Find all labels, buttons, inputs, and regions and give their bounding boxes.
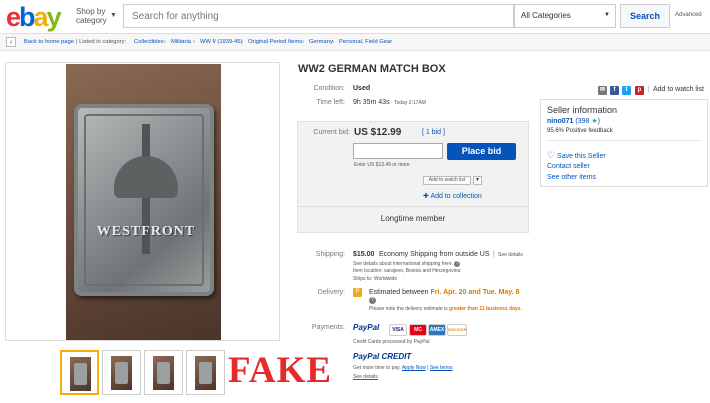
back-to-home-link[interactable]: Back to home page bbox=[24, 39, 74, 45]
breadcrumb-item[interactable]: WW II (1939-45) bbox=[200, 39, 243, 45]
mastercard-icon: MC bbox=[409, 324, 427, 336]
add-to-watch-list-link[interactable]: Add to watch list bbox=[653, 86, 704, 93]
breadcrumb: ‹ Back to home page | Listed in category… bbox=[0, 34, 710, 51]
save-seller-link[interactable]: ♡ Save this Seller bbox=[547, 150, 606, 161]
chevron-left-icon[interactable]: ‹ bbox=[6, 37, 16, 47]
shipping-price: $15.00 bbox=[353, 251, 375, 258]
bid-box: Current bid: US $12.99 [ 1 bid ] Place b… bbox=[297, 121, 529, 233]
amex-icon: AMEX bbox=[428, 324, 446, 336]
add-to-collection-link[interactable]: ✚ Add to collection bbox=[423, 192, 482, 200]
delivery-note: Please note the delivery estimate is gre… bbox=[369, 306, 522, 312]
header: ebay Shop by category ▼ Search for anythi… bbox=[0, 0, 710, 34]
see-terms-link[interactable]: See terms bbox=[430, 365, 453, 371]
payments-label: Payments: bbox=[311, 324, 345, 331]
breadcrumb-item[interactable]: Personal, Field Gear bbox=[339, 39, 392, 45]
item-title: WW2 GERMAN MATCH BOX bbox=[298, 63, 446, 75]
shipping-details-link[interactable]: See details bbox=[498, 252, 523, 258]
fake-overlay-text: FAKE bbox=[228, 350, 333, 391]
category-select[interactable]: All Categories ▼ bbox=[514, 4, 616, 28]
match-box: WESTFRONT bbox=[74, 104, 214, 296]
watch-list-button[interactable]: Add to watch list bbox=[423, 176, 471, 185]
seller-name: nino071 (398 ★) bbox=[547, 118, 600, 125]
thumbnail[interactable] bbox=[144, 350, 183, 395]
seller-info-panel: Seller information nino071 (398 ★) 95.6%… bbox=[540, 99, 708, 187]
bid-hint: Enter US $13.49 or more bbox=[354, 162, 410, 168]
shop-by-category-button[interactable]: Shop by category bbox=[76, 7, 107, 25]
chevron-down-icon[interactable]: ▼ bbox=[110, 12, 117, 19]
ebay-logo[interactable]: ebay bbox=[6, 2, 62, 33]
bid-amount-input[interactable] bbox=[353, 143, 443, 159]
breadcrumb-item[interactable]: Collectibles bbox=[134, 39, 164, 45]
listed-in-label: | Listed in category: bbox=[76, 39, 127, 45]
seller-heading: Seller information bbox=[547, 105, 618, 115]
credit-details-link[interactable]: See details bbox=[353, 374, 378, 380]
longtime-member-badge: Longtime member bbox=[380, 214, 446, 223]
box-inscription: WESTFRONT bbox=[96, 224, 196, 239]
paypal-logo: PayPal bbox=[353, 323, 380, 332]
help-icon[interactable]: ? bbox=[369, 297, 376, 304]
contact-seller-link[interactable]: Contact seller bbox=[547, 163, 590, 170]
condition-label: Condition: bbox=[313, 85, 345, 92]
visa-icon: VISA bbox=[389, 324, 407, 336]
current-bid-price: US $12.99 bbox=[354, 127, 402, 138]
delivery-icon: P bbox=[353, 288, 362, 297]
cards-processed-note: Credit Cards processed by PayPal bbox=[353, 339, 430, 345]
advanced-search-link[interactable]: Advanced bbox=[675, 12, 702, 18]
helmet-emblem bbox=[114, 156, 178, 198]
breadcrumb-item[interactable]: Militaria bbox=[171, 39, 191, 45]
delivery-label: Delivery: bbox=[317, 289, 345, 296]
shipping-method: Economy Shipping from outside US bbox=[379, 251, 490, 258]
chevron-down-icon[interactable]: ▼ bbox=[473, 176, 482, 185]
search-input[interactable]: Search for anything bbox=[123, 4, 514, 28]
condition-value: Used bbox=[353, 85, 371, 92]
see-other-items-link[interactable]: See other items bbox=[547, 174, 596, 181]
search-button[interactable]: Search bbox=[620, 4, 670, 28]
facebook-icon[interactable]: f bbox=[610, 86, 619, 95]
place-bid-button[interactable]: Place bid bbox=[447, 143, 516, 160]
pinterest-icon[interactable]: p bbox=[635, 86, 644, 95]
paypal-credit-text: Get more time to pay. Apply Now | See te… bbox=[353, 365, 453, 371]
email-icon[interactable]: ✉ bbox=[598, 86, 607, 95]
current-bid-label: Current bid: bbox=[313, 129, 350, 136]
twitter-icon[interactable]: t bbox=[622, 86, 631, 95]
time-left-value: 9h 35m 43s bbox=[353, 99, 390, 106]
discover-icon: DISCOVER bbox=[447, 324, 467, 336]
apply-now-link[interactable]: Apply Now bbox=[402, 365, 426, 371]
thumbnail[interactable] bbox=[102, 350, 141, 395]
breadcrumb-item[interactable]: Germany bbox=[309, 39, 333, 45]
time-left-label: Time left: bbox=[316, 99, 345, 106]
positive-feedback: 95.6% Positive feedback bbox=[547, 128, 613, 134]
item-location: Item location: sarajevo, Bosnia and Herz… bbox=[353, 268, 461, 274]
feedback-score[interactable]: (398 bbox=[575, 118, 589, 125]
main-image-frame[interactable]: WESTFRONT bbox=[5, 62, 280, 341]
delivery-estimate: Estimated between Fri. Apr. 20 and Tue. … bbox=[369, 289, 520, 296]
ships-to: Ships to: Worldwide bbox=[353, 276, 398, 282]
thumbnail[interactable] bbox=[186, 350, 225, 395]
chevron-down-icon: ▼ bbox=[604, 12, 610, 18]
help-icon[interactable]: ? bbox=[454, 261, 461, 267]
heart-icon: ♡ bbox=[547, 150, 556, 160]
thumbnail[interactable] bbox=[60, 350, 99, 395]
bid-count-link[interactable]: [ 1 bid ] bbox=[422, 129, 445, 136]
match-box-photo: WESTFRONT bbox=[66, 64, 221, 340]
shipping-note: See details about international shipping… bbox=[353, 261, 461, 267]
shipping-label: Shipping: bbox=[315, 251, 345, 258]
paypal-credit-logo: PayPal CREDIT bbox=[353, 352, 412, 361]
time-left-detail: Today 2:17AM bbox=[394, 100, 426, 106]
breadcrumb-item[interactable]: Original Period Items bbox=[248, 39, 302, 45]
seller-name-link[interactable]: nino071 bbox=[547, 118, 573, 125]
